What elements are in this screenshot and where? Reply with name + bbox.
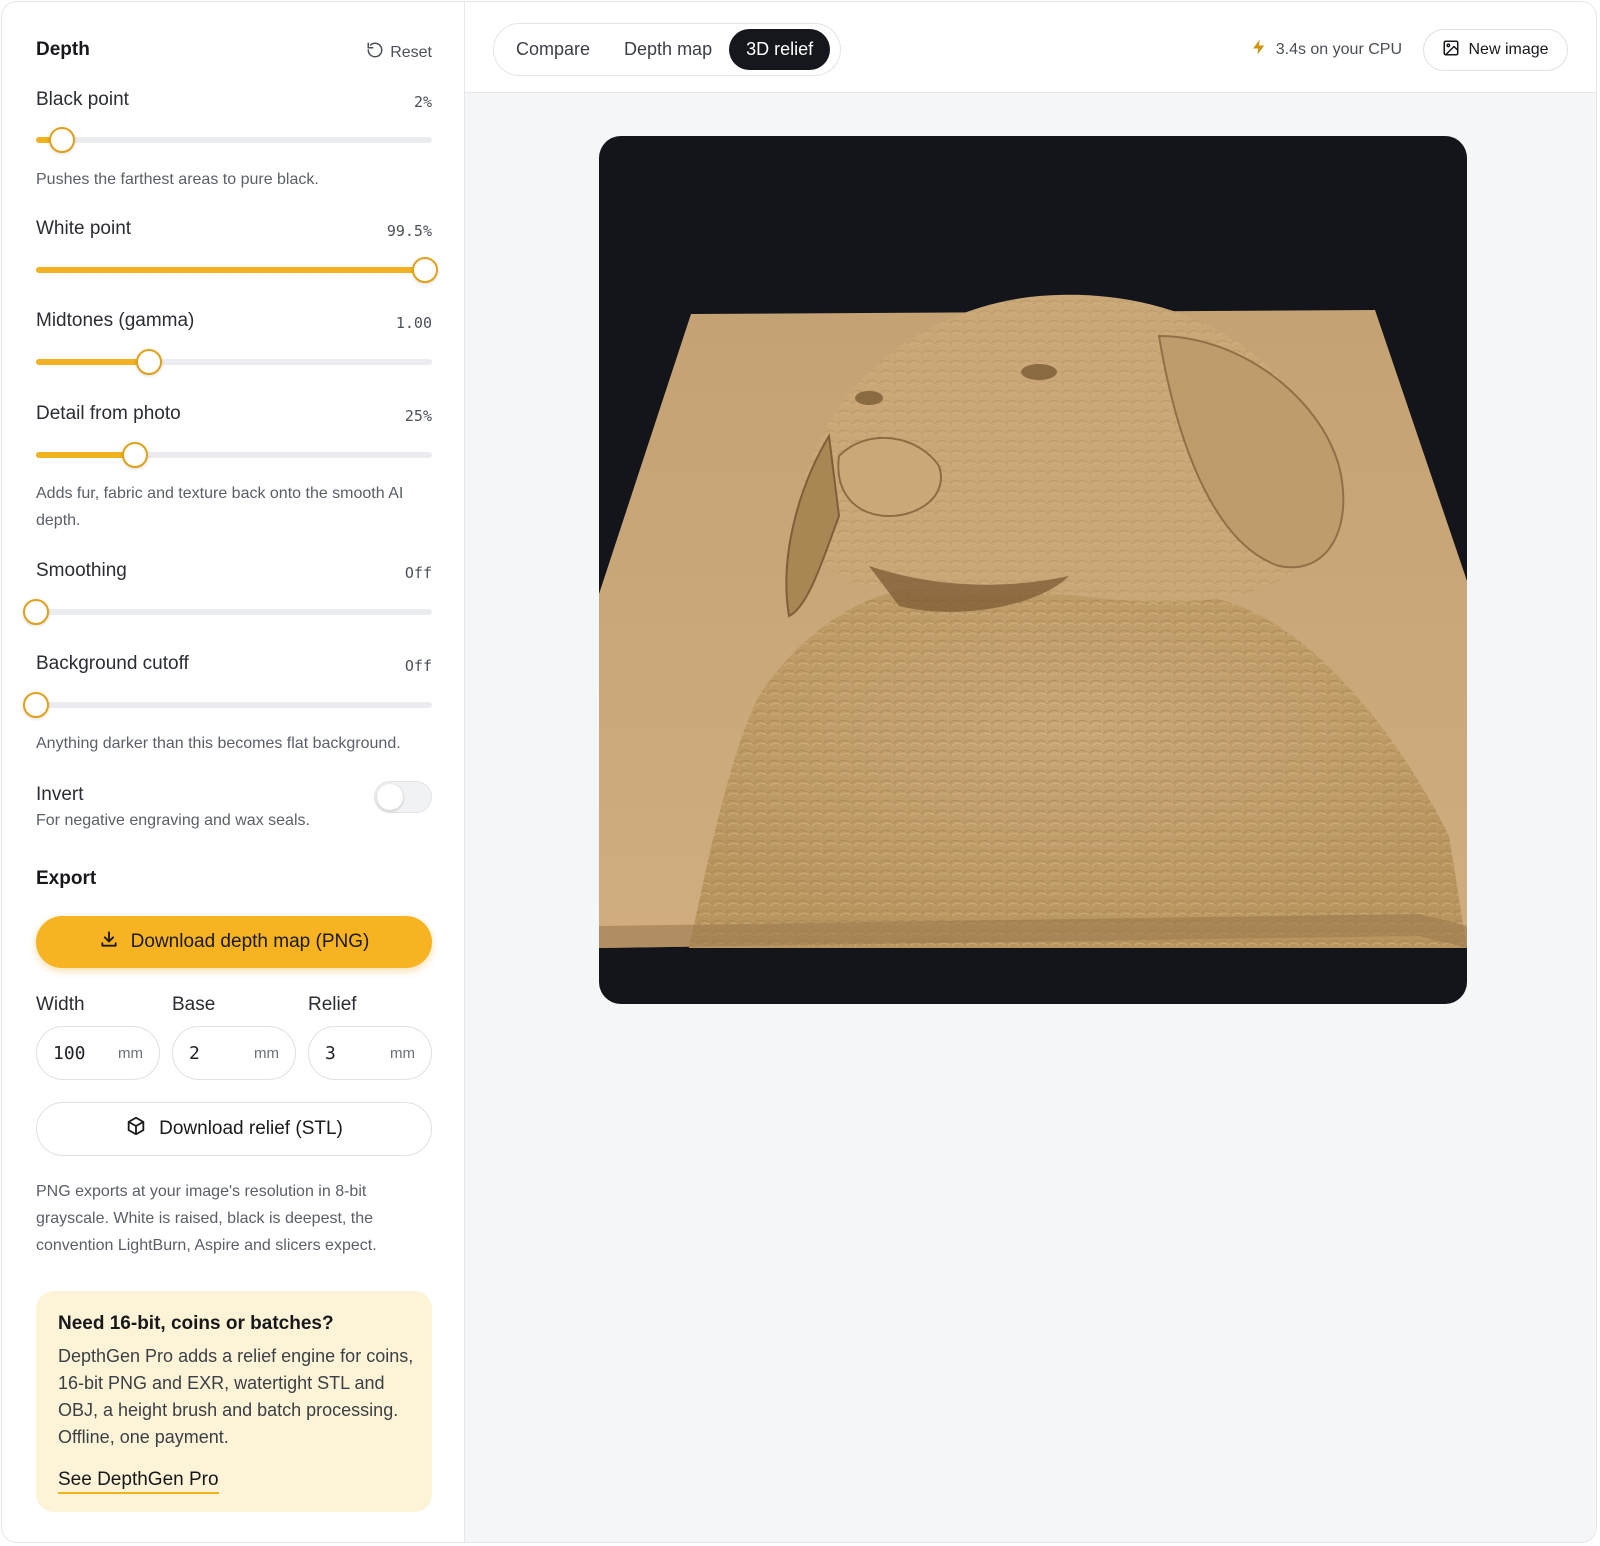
black-point-slider[interactable] [36, 127, 432, 153]
detail-label: Detail from photo [36, 403, 181, 424]
detail-fill [36, 452, 135, 458]
base-input[interactable] [189, 1042, 249, 1064]
black-point-hint: Pushes the farthest areas to pure black. [36, 171, 319, 188]
white-point-slider[interactable] [36, 257, 439, 283]
relief-render [599, 294, 1467, 948]
top-toolbar: Compare Depth map 3D relief 3.4s on your… [465, 2, 1596, 93]
invert-toggle[interactable] [374, 781, 432, 813]
pro-upsell-card: Need 16-bit, coins or batches? DepthGen … [36, 1291, 432, 1512]
base-label: Base [172, 994, 216, 1015]
black-point-label: Black point [36, 89, 129, 110]
reset-label: Reset [390, 43, 432, 61]
download-relief-label: Download relief (STL) [159, 1118, 343, 1139]
image-icon [1442, 39, 1460, 62]
detail-slider[interactable] [36, 442, 432, 468]
smoothing-label: Smoothing [36, 560, 127, 581]
cube-icon [125, 1115, 147, 1143]
black-point-thumb[interactable] [48, 127, 75, 153]
see-pro-link[interactable]: See DepthGen Pro [58, 1469, 219, 1494]
preview-area: Compare Depth map 3D relief 3.4s on your… [465, 2, 1596, 1542]
midtones-value: 1.00 [395, 314, 432, 332]
base-field[interactable]: mm [172, 1026, 296, 1080]
white-point-fill [36, 267, 426, 273]
promo-title: Need 16-bit, coins or batches? [58, 1313, 334, 1334]
promo-body: DepthGen Pro adds a relief engine for co… [58, 1346, 414, 1447]
invert-hint: For negative engraving and wax seals. [36, 812, 310, 829]
detail-value: 25% [404, 407, 432, 425]
background-cutoff-value: Off [404, 657, 432, 675]
invert-label: Invert [36, 784, 84, 805]
new-image-button[interactable]: New image [1423, 29, 1568, 71]
view-mode-tabs: Compare Depth map 3D relief [493, 23, 841, 76]
midtones-thumb[interactable] [135, 349, 162, 375]
new-image-label: New image [1468, 41, 1549, 58]
reset-button[interactable]: Reset [366, 41, 432, 64]
tab-depth-map[interactable]: Depth map [607, 29, 729, 70]
background-cutoff-hint: Anything darker than this becomes flat b… [36, 735, 401, 752]
base-unit: mm [254, 1044, 279, 1062]
smoothing-value: Off [404, 564, 432, 582]
width-unit: mm [118, 1044, 143, 1062]
width-field[interactable]: mm [36, 1026, 160, 1080]
smoothing-slider[interactable] [23, 599, 432, 625]
performance-status: 3.4s on your CPU [1250, 38, 1402, 61]
download-depth-map-label: Download depth map (PNG) [130, 931, 370, 952]
export-note: PNG exports at your image's resolution i… [36, 1183, 377, 1254]
performance-text: 3.4s on your CPU [1275, 40, 1402, 58]
export-section-title: Export [36, 868, 97, 889]
background-cutoff-slider[interactable] [23, 692, 432, 718]
white-point-thumb[interactable] [412, 257, 439, 283]
download-depth-map-button[interactable]: Download depth map (PNG) [36, 916, 432, 968]
relief-3d-viewport[interactable] [599, 136, 1467, 1004]
tab-3d-relief[interactable]: 3D relief [729, 29, 831, 70]
relief-dog-eye-left [855, 391, 883, 405]
rotate-ccw-icon [366, 41, 384, 64]
white-point-label: White point [36, 218, 132, 239]
relief-label: Relief [308, 994, 357, 1015]
detail-hint: Adds fur, fabric and texture back onto t… [36, 485, 404, 529]
tab-compare[interactable]: Compare [499, 29, 607, 70]
width-label: Width [36, 994, 85, 1015]
detail-thumb[interactable] [122, 442, 148, 468]
settings-sidebar: Depth Reset Black point 2% Pushes the fa… [2, 2, 465, 1542]
relief-dog-eye-right [1021, 364, 1057, 380]
background-cutoff-thumb[interactable] [23, 692, 49, 718]
invert-toggle-knob [377, 784, 403, 810]
background-cutoff-label: Background cutoff [36, 653, 189, 674]
black-point-value: 2% [413, 93, 432, 111]
midtones-label: Midtones (gamma) [36, 310, 195, 331]
midtones-fill [36, 359, 149, 365]
width-input[interactable] [53, 1042, 113, 1064]
download-relief-button[interactable]: Download relief (STL) [36, 1102, 432, 1156]
bolt-icon [1250, 38, 1268, 61]
relief-input[interactable] [325, 1042, 385, 1064]
download-icon [99, 929, 119, 955]
white-point-value: 99.5% [386, 222, 432, 240]
relief-unit: mm [390, 1044, 415, 1062]
relief-field[interactable]: mm [308, 1026, 432, 1080]
depth-section-title: Depth [36, 39, 90, 60]
app-window: Depth Reset Black point 2% Pushes the fa… [1, 1, 1597, 1543]
smoothing-thumb[interactable] [23, 599, 49, 625]
midtones-slider[interactable] [36, 349, 432, 375]
